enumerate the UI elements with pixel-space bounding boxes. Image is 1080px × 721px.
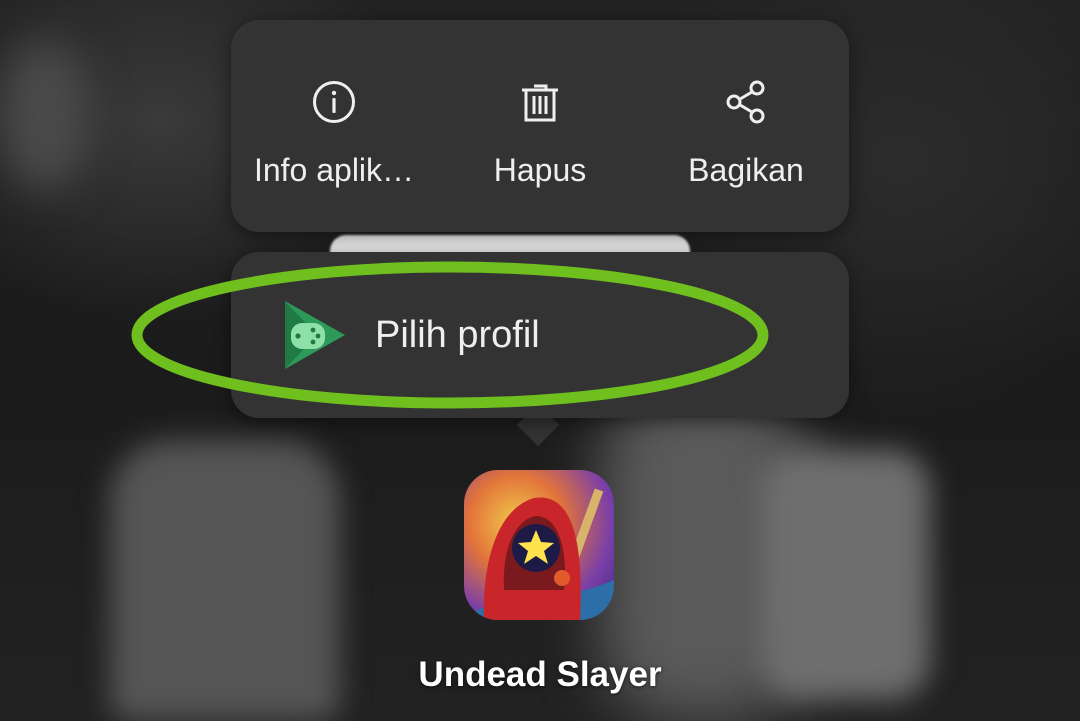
background-blur-shape <box>0 40 90 190</box>
app-name-label: Undead Slayer <box>418 655 662 694</box>
app-actions-card: Info aplik… Hapus Bagikan <box>231 20 849 232</box>
background-blur-shape <box>760 450 930 700</box>
uninstall-label: Hapus <box>493 152 587 188</box>
info-icon <box>310 78 358 126</box>
highlight-ellipse <box>131 261 769 409</box>
share-icon <box>722 78 770 126</box>
share-label: Bagikan <box>688 152 804 188</box>
uninstall-button[interactable]: Hapus <box>437 20 643 232</box>
app-info-label: Info aplik… <box>253 152 415 188</box>
share-button[interactable]: Bagikan <box>643 20 849 232</box>
app-info-button[interactable]: Info aplik… <box>231 20 437 232</box>
background-blur-shape <box>110 440 340 721</box>
undead-slayer-app-icon[interactable] <box>464 470 614 620</box>
trash-icon <box>516 78 564 126</box>
